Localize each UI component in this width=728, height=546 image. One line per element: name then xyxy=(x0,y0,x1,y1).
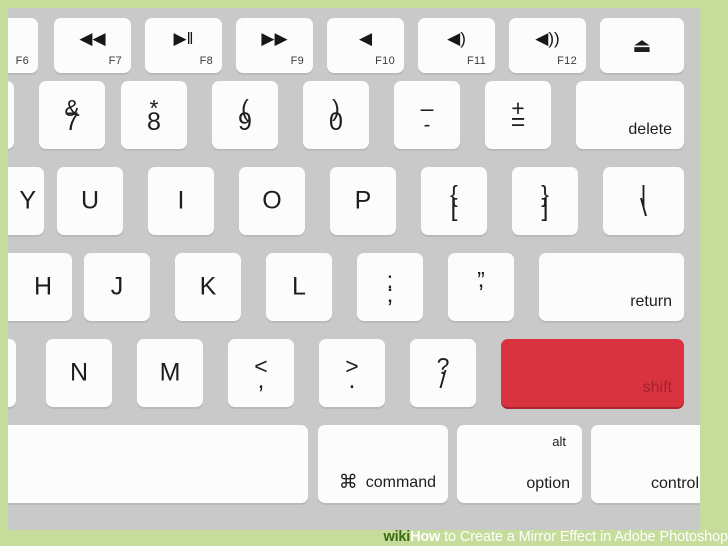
wikihow-watermark: wiki How to Create a Mirror Effect in Ad… xyxy=(383,528,728,545)
key-f8-label: F8 xyxy=(199,55,213,67)
key-f6[interactable]: F6 xyxy=(8,18,38,73)
key-delete-label: delete xyxy=(628,121,672,138)
key-9[interactable]: ( 9 xyxy=(212,81,278,149)
key-l-label: L xyxy=(292,272,306,301)
key-o-label: O xyxy=(262,186,282,215)
key-8[interactable]: * 8 xyxy=(121,81,187,149)
watermark-title-text: to Create a Mirror Effect in Adobe Photo… xyxy=(444,528,728,545)
key-k-label: K xyxy=(199,272,217,301)
key-slash[interactable]: ? / xyxy=(410,339,476,407)
key-u[interactable]: U xyxy=(57,167,123,235)
key-p-label: P xyxy=(354,186,372,215)
key-bracket-right-label: ] xyxy=(541,194,549,222)
key-f9[interactable]: ▶▶ F9 xyxy=(236,18,313,73)
key-period[interactable]: > . xyxy=(319,339,385,407)
command-icon: ⌘ xyxy=(338,472,358,493)
key-command-label: command xyxy=(365,473,436,491)
key-7[interactable]: & 7 xyxy=(39,81,105,149)
key-f12-label: F12 xyxy=(557,55,577,67)
key-f10-label: F10 xyxy=(375,55,395,67)
key-option-right[interactable]: alt option xyxy=(457,425,582,503)
key-0[interactable]: ) 0 xyxy=(303,81,369,149)
volume-up-icon: ◀)) xyxy=(535,29,560,48)
key-bracket-right[interactable]: } ] xyxy=(512,167,578,235)
key-slash-label: / xyxy=(439,366,447,394)
key-minus-label: - xyxy=(423,114,431,136)
key-i-label: I xyxy=(177,186,185,215)
key-semicolon[interactable]: : ; xyxy=(357,253,423,321)
watermark-how-text: How xyxy=(410,528,441,545)
key-f6-label: F6 xyxy=(15,55,29,67)
key-equals[interactable]: + = xyxy=(485,81,551,149)
key-9-label: 9 xyxy=(238,108,252,136)
key-minus[interactable]: – - xyxy=(394,81,460,149)
key-period-label: . xyxy=(348,366,356,394)
key-backslash[interactable]: | \ xyxy=(603,167,684,235)
key-return[interactable]: return xyxy=(539,253,684,321)
key-comma-label: , xyxy=(257,366,265,394)
key-f9-label: F9 xyxy=(290,55,304,67)
rewind-icon: ◀◀ xyxy=(79,29,106,48)
key-f12[interactable]: ◀)) F12 xyxy=(509,18,586,73)
key-f10[interactable]: ◀ F10 xyxy=(327,18,404,73)
key-return-label: return xyxy=(630,293,672,310)
screenshot-root: F6 ◀◀ F7 ▶‖ F8 ▶▶ F9 ◀ F10 ◀) F11 ◀)) F1… xyxy=(0,0,728,546)
key-f11[interactable]: ◀) F11 xyxy=(418,18,495,73)
key-o[interactable]: O xyxy=(239,167,305,235)
key-spacebar[interactable] xyxy=(8,425,308,503)
key-y-label: Y xyxy=(19,186,36,215)
key-shift-right-label: shift xyxy=(642,379,672,396)
key-k[interactable]: K xyxy=(175,253,241,321)
key-f7[interactable]: ◀◀ F7 xyxy=(54,18,131,73)
key-option-alt-label: alt xyxy=(552,434,566,449)
key-0-label: 0 xyxy=(329,108,343,136)
key-n[interactable]: N xyxy=(46,339,112,407)
keyboard-chassis: F6 ◀◀ F7 ▶‖ F8 ▶▶ F9 ◀ F10 ◀) F11 ◀)) F1… xyxy=(8,8,700,530)
key-f7-label: F7 xyxy=(108,55,122,67)
key-delete[interactable]: delete xyxy=(576,81,684,149)
fast-forward-icon: ▶▶ xyxy=(261,29,288,48)
key-shift-right[interactable]: shift xyxy=(501,339,684,407)
key-bracket-left[interactable]: { [ xyxy=(421,167,487,235)
key-j-label: J xyxy=(110,272,124,301)
watermark-wiki-text: wiki xyxy=(383,528,411,545)
key-m-label: M xyxy=(159,358,181,387)
key-control-label: control xyxy=(650,475,699,492)
key-eject[interactable]: ⏏ xyxy=(600,18,684,73)
command-key-group: ⌘ command xyxy=(339,473,436,492)
key-l[interactable]: L xyxy=(266,253,332,321)
key-h-label: H xyxy=(33,272,53,301)
mute-icon: ◀ xyxy=(358,29,373,48)
key-7-label: 7 xyxy=(65,108,79,136)
key-y[interactable]: Y xyxy=(8,167,44,235)
volume-down-icon: ◀) xyxy=(447,29,466,48)
key-m[interactable]: M xyxy=(137,339,203,407)
key-b-partial[interactable] xyxy=(8,339,16,407)
key-control-right[interactable]: control xyxy=(591,425,700,503)
key-h[interactable]: H xyxy=(8,253,72,321)
key-u-label: U xyxy=(80,186,100,215)
key-option-label: option xyxy=(526,475,570,492)
key-quote[interactable]: ” ’ xyxy=(448,253,514,321)
key-f11-label: F11 xyxy=(466,55,486,67)
key-comma[interactable]: < , xyxy=(228,339,294,407)
key-equals-label: = xyxy=(510,108,526,136)
key-semicolon-label: ; xyxy=(386,280,394,308)
key-8-label: 8 xyxy=(147,108,161,136)
key-command-right[interactable]: ⌘ command xyxy=(318,425,448,503)
key-f8[interactable]: ▶‖ F8 xyxy=(145,18,222,73)
key-n-label: N xyxy=(69,358,89,387)
key-backslash-label: \ xyxy=(640,194,647,222)
play-pause-icon: ▶‖ xyxy=(173,29,194,48)
key-6-partial[interactable] xyxy=(8,81,14,149)
eject-icon: ⏏ xyxy=(632,34,652,57)
key-apostrophe-label: ’ xyxy=(478,280,484,308)
key-j[interactable]: J xyxy=(84,253,150,321)
key-bracket-left-label: [ xyxy=(450,194,458,222)
key-i[interactable]: I xyxy=(148,167,214,235)
key-p[interactable]: P xyxy=(330,167,396,235)
